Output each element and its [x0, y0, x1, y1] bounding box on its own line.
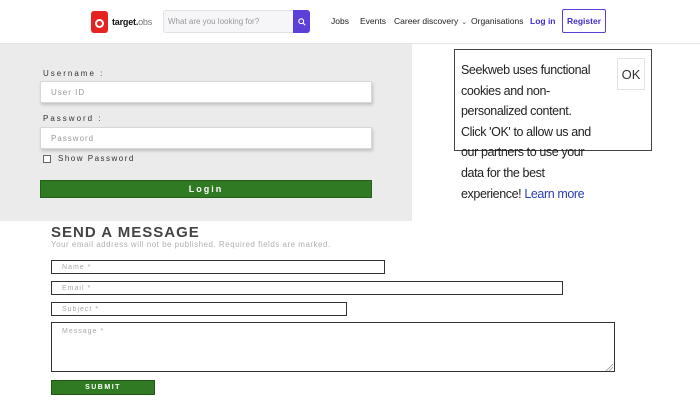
message-field[interactable] — [51, 322, 615, 372]
nav-events[interactable]: Events — [360, 16, 386, 26]
nav-organisations[interactable]: Organisations — [471, 16, 523, 26]
submit-button[interactable]: SUBMIT — [51, 380, 155, 395]
cookie-message: Seekweb uses functional cookies and non-… — [461, 63, 591, 201]
username-label: Username : — [43, 69, 105, 78]
learn-more-link[interactable]: Learn more — [524, 187, 584, 201]
login-button[interactable]: Login — [40, 180, 372, 198]
nav-jobs[interactable]: Jobs — [331, 16, 349, 26]
login-panel: Username : Password : Show Password Logi… — [0, 44, 412, 221]
logo-text-light: obs — [138, 17, 153, 27]
search-box — [163, 10, 310, 33]
chevron-down-icon: ⌄ — [461, 19, 468, 26]
username-input[interactable] — [40, 81, 372, 103]
password-input[interactable] — [40, 127, 372, 149]
subject-field[interactable] — [51, 302, 347, 316]
cookie-ok-button[interactable]: OK — [617, 58, 645, 90]
search-icon — [297, 17, 306, 26]
login-link[interactable]: Log in — [530, 16, 556, 26]
form-title: SEND A MESSAGE — [51, 224, 200, 241]
logo-icon — [91, 11, 108, 33]
email-field[interactable] — [51, 281, 563, 295]
logo-text: target.obs — [112, 17, 153, 27]
resize-grip-icon[interactable] — [604, 364, 613, 371]
nav-career-discovery[interactable]: Career discovery ⌄ — [394, 16, 467, 26]
search-input[interactable] — [164, 11, 294, 32]
register-button[interactable]: Register — [562, 9, 606, 33]
top-navigation: target.obs Jobs Events Career discovery⌄… — [0, 0, 700, 44]
search-button[interactable] — [293, 10, 310, 33]
password-label: Password : — [43, 114, 103, 123]
logo-text-bold: target — [112, 17, 136, 27]
show-password-checkbox[interactable] — [43, 154, 51, 163]
site-logo[interactable]: target.obs — [91, 10, 152, 34]
show-password-label: Show Password — [58, 154, 135, 163]
show-password-toggle[interactable]: Show Password — [43, 154, 135, 163]
nav-career-discovery-label: Career discovery — [394, 16, 459, 26]
name-field[interactable] — [51, 260, 385, 274]
cookie-notice-text: Seekweb uses functional cookies and non-… — [461, 60, 591, 204]
form-subtitle: Your email address will not be published… — [51, 240, 331, 249]
